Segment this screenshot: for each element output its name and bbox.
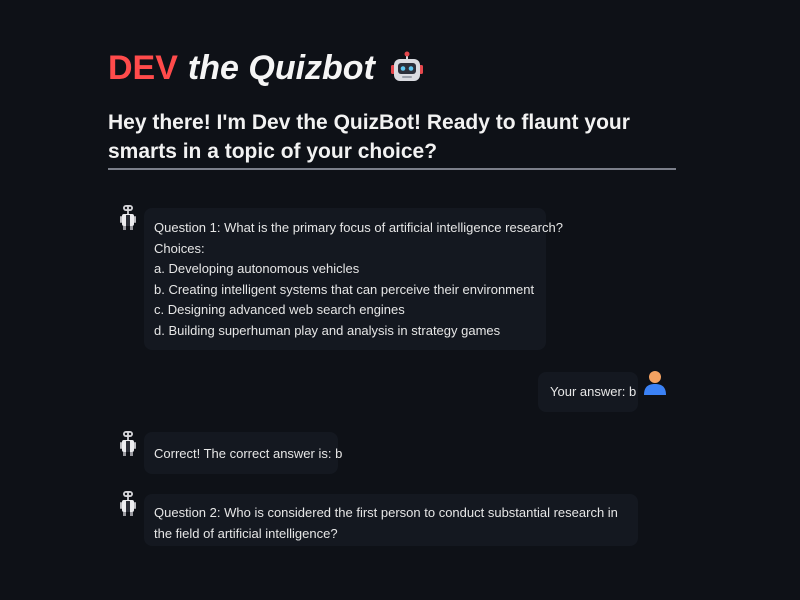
header-divider — [108, 168, 676, 170]
title-rest: the Quizbot — [187, 49, 375, 87]
bot-message-feedback: Correct! The correct answer is: b — [144, 432, 343, 474]
user-message-answer: Your answer: b — [538, 372, 638, 412]
app-container: DEV the Quizbot Hey there! I'm Dev the Q… — [0, 0, 800, 600]
bot-message-question-2: Question 2: Who is considered the first … — [144, 494, 638, 546]
title-dev: DEV — [108, 49, 178, 87]
page-title: DEV the Quizbot — [108, 46, 425, 90]
choice-a: a. Developing autonomous vehicles — [154, 261, 360, 276]
message-line: Correct! The correct answer is: b — [154, 446, 343, 461]
bot-avatar-icon — [114, 204, 142, 232]
message-line: Your answer: b — [550, 384, 637, 399]
choice-b: b. Creating intelligent systems that can… — [154, 281, 535, 297]
user-avatar-icon — [641, 369, 669, 397]
page-subtitle: Hey there! I'm Dev the QuizBot! Ready to… — [108, 111, 630, 163]
message-line: Question 1: What is the primary focus of… — [154, 220, 563, 235]
message-line: Choices: — [154, 240, 205, 256]
bot-avatar-icon — [114, 430, 142, 458]
choice-d: d. Building superhuman play and analysis… — [154, 322, 501, 338]
message-line: Question 2: Who is considered the first … — [154, 505, 618, 541]
bot-message-question-1: Question 1: What is the primary focus of… — [144, 208, 563, 350]
robot-face-icon — [389, 50, 425, 86]
choice-c: c. Designing advanced web search engines — [154, 302, 405, 317]
bot-avatar-icon — [114, 490, 142, 518]
